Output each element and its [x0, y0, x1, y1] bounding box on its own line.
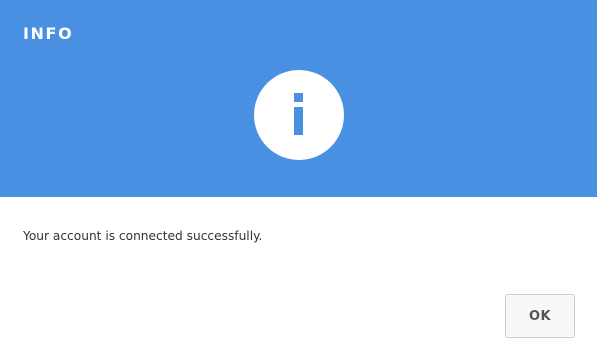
- dialog-title: INFO: [23, 24, 74, 43]
- dialog-message: Your account is connected successfully.: [23, 229, 263, 243]
- info-icon-graphic: [254, 70, 344, 160]
- info-dialog: INFO Your account is connected successfu…: [0, 0, 597, 360]
- info-icon: [254, 70, 344, 160]
- info-icon-dot: [294, 93, 303, 102]
- ok-button[interactable]: OK: [505, 294, 575, 338]
- info-icon-stem: [294, 107, 303, 135]
- dialog-header: INFO: [0, 0, 597, 197]
